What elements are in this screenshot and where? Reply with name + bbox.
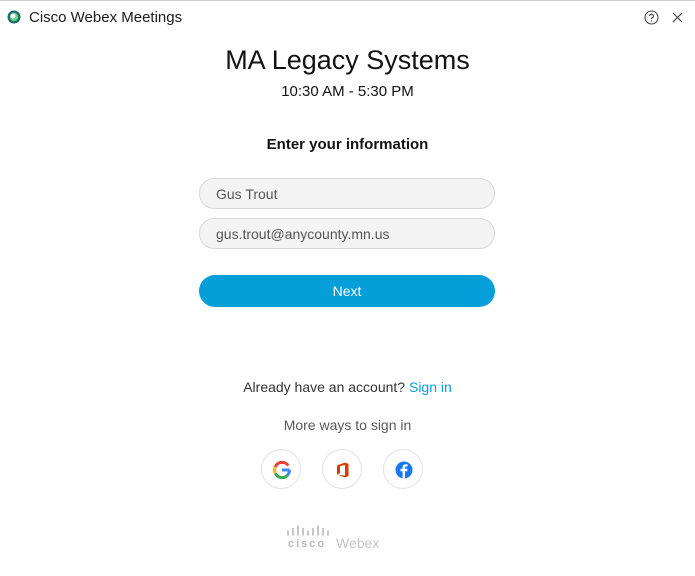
account-prompt: Already have an account? [243,379,406,395]
office-icon [337,462,349,478]
app-title: Cisco Webex Meetings [29,9,183,26]
help-icon[interactable] [644,10,659,25]
title-bar: Cisco Webex Meetings [0,1,695,35]
form-heading: Enter your information [266,136,429,153]
facebook-icon [395,461,413,479]
close-icon[interactable] [670,10,685,25]
webex-wordmark: Webex [336,535,380,551]
meeting-time: 10:30 AM - 5:30 PM [281,83,414,100]
webex-logo-icon [7,10,21,24]
office-sign-in-button[interactable] [322,449,362,489]
cisco-bars-icon [287,525,329,536]
facebook-sign-in-button[interactable] [383,449,423,489]
meeting-title: MA Legacy Systems [225,45,470,75]
google-sign-in-button[interactable] [261,449,301,489]
more-ways-label: More ways to sign in [283,417,412,433]
account-prompt-line: Already have an account? Sign in [0,379,695,395]
cisco-webex-footer-logo: cisco Webex [285,525,385,551]
next-button[interactable]: Next [199,275,495,307]
cisco-wordmark: cisco [288,538,327,550]
name-field[interactable] [199,178,495,209]
email-field[interactable] [199,218,495,249]
webex-join-window: Cisco Webex Meetings MA Legacy Systems 1… [0,0,695,576]
sign-in-link[interactable]: Sign in [409,379,452,395]
google-icon [273,460,291,480]
